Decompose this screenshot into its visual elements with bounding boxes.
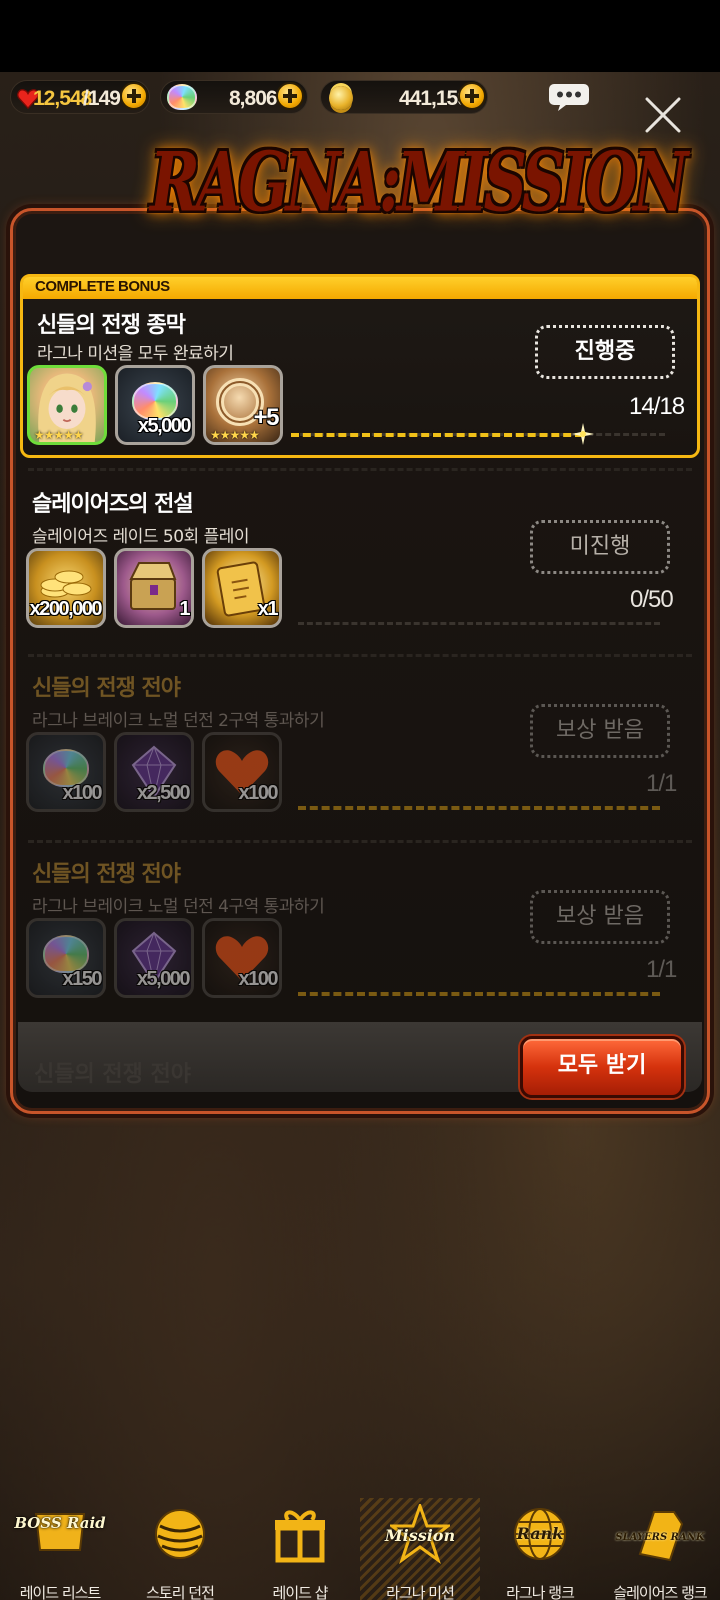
mission-title: 신들의 전쟁 전야 bbox=[32, 676, 181, 701]
nav-ragna-mission[interactable]: Mission 라그나 미션 bbox=[360, 1498, 480, 1600]
reward-quantity: x100 bbox=[62, 782, 103, 804]
mission-row: 슬레이어즈의 전설 슬레이어즈 레이드 50회 플레이 x200,000 1 x… bbox=[18, 476, 702, 656]
divider bbox=[28, 468, 692, 471]
reward-item[interactable]: ★★★★★ bbox=[27, 365, 107, 445]
mission-description: 라그나 브레이크 노멀 던전 4구역 통과하기 bbox=[32, 897, 325, 917]
rarity-stars: ★★★★★ bbox=[210, 428, 260, 442]
reward-item: x150 bbox=[26, 918, 106, 998]
nav-label: 레이드 샵 bbox=[272, 1584, 329, 1600]
add-stamina-button[interactable] bbox=[120, 82, 148, 110]
divider bbox=[28, 654, 692, 657]
mission-title-partial: 신들의 전쟁 전야 bbox=[34, 1062, 191, 1087]
progress-fill bbox=[298, 992, 660, 996]
reward-quantity: 1 bbox=[179, 598, 190, 620]
claim-all-button[interactable]: 모두 받기 bbox=[520, 1036, 684, 1098]
mission-state-button: 보상 받음 bbox=[530, 704, 670, 758]
bottom-nav: BOSS Raid 레이드 리스트 스토리 던전 레이드 샵 Mission 라… bbox=[0, 1498, 720, 1600]
mission-row: 신들의 전쟁 전야 라그나 브레이크 노멀 던전 2구역 통과하기 x100 x… bbox=[18, 662, 702, 842]
nav-label: 슬레이어즈 랭크 bbox=[613, 1584, 707, 1600]
mission-state-button[interactable]: 진행중 bbox=[535, 325, 675, 379]
mission-title: 슬레이어즈의 전설 bbox=[32, 492, 194, 517]
close-icon[interactable] bbox=[644, 96, 682, 134]
complete-bonus-card: COMPLETE BONUS 신들의 전쟁 종막 라그나 미션을 모두 완료하기… bbox=[20, 274, 700, 458]
progress-text: 14/18 bbox=[629, 393, 685, 420]
reward-item: x5,000 bbox=[114, 918, 194, 998]
mission-title: 신들의 전쟁 종막 bbox=[37, 313, 186, 338]
progress-spark-icon bbox=[572, 423, 594, 445]
mission-title: 신들의 전쟁 전야 bbox=[32, 862, 181, 887]
gift-icon bbox=[275, 1510, 325, 1563]
mission-list[interactable]: COMPLETE BONUS 신들의 전쟁 종막 라그나 미션을 모두 완료하기… bbox=[18, 272, 702, 1022]
mission-description: 라그나 브레이크 노멀 던전 2구역 통과하기 bbox=[32, 711, 325, 731]
progress-text: 0/50 bbox=[630, 586, 674, 613]
rarity-stars: ★★★★★ bbox=[34, 428, 84, 442]
progress-track bbox=[298, 622, 660, 626]
complete-bonus-label: COMPLETE BONUS bbox=[35, 278, 170, 295]
nav-slayers-rank[interactable]: SLAYERS RANK 슬레이어즈 랭크 bbox=[600, 1498, 720, 1600]
reward-quantity: x100 bbox=[238, 782, 279, 804]
mission-description: 라그나 미션을 모두 완료하기 bbox=[37, 344, 234, 364]
slayers-rank-logo: SLAYERS RANK bbox=[615, 1532, 705, 1543]
nav-raid-shop[interactable]: 레이드 샵 bbox=[240, 1498, 360, 1600]
progress-fill bbox=[291, 433, 583, 437]
mission-state-button: 보상 받음 bbox=[530, 890, 670, 944]
reward-item: x2,500 bbox=[114, 732, 194, 812]
reward-quantity: x5,000 bbox=[137, 415, 192, 437]
progress-fill bbox=[298, 806, 660, 810]
reward-quantity: x200,000 bbox=[29, 598, 103, 620]
page-title: RAGNA:MISSION bbox=[150, 136, 688, 231]
reward-item[interactable]: x1 bbox=[202, 548, 282, 628]
nav-story-dungeon[interactable]: 스토리 던전 bbox=[120, 1498, 240, 1600]
boss-raid-icon bbox=[34, 1513, 86, 1551]
nav-label: 라그나 랭크 bbox=[506, 1584, 575, 1600]
reward-quantity: x1 bbox=[257, 598, 279, 620]
reward-item: x100 bbox=[202, 918, 282, 998]
story-orb-icon bbox=[155, 1509, 205, 1559]
reward-quantity: x100 bbox=[238, 968, 279, 990]
reward-item[interactable]: +5 ★★★★★ bbox=[203, 365, 283, 445]
nav-ragna-rank[interactable]: Rank 라그나 랭크 bbox=[480, 1498, 600, 1600]
stamina-max: /149 bbox=[83, 87, 121, 110]
reward-quantity: x150 bbox=[62, 968, 103, 990]
nav-label: 라그나 미션 bbox=[386, 1584, 455, 1600]
status-bar bbox=[0, 0, 720, 72]
mission-state-button[interactable]: 미진행 bbox=[530, 520, 670, 574]
reward-item: x100 bbox=[202, 732, 282, 812]
rank-logo: Rank bbox=[516, 1524, 564, 1543]
reward-item[interactable]: x5,000 bbox=[115, 365, 195, 445]
boss-raid-logo: BOSS Raid bbox=[14, 1514, 106, 1532]
reward-quantity: x2,500 bbox=[136, 782, 191, 804]
nav-label: 스토리 던전 bbox=[146, 1584, 215, 1600]
reward-item[interactable]: x200,000 bbox=[26, 548, 106, 628]
mission-logo: Mission bbox=[384, 1526, 456, 1545]
reward-quantity: x5,000 bbox=[136, 968, 191, 990]
reward-item[interactable]: 1 bbox=[114, 548, 194, 628]
complete-bonus-header: COMPLETE BONUS bbox=[23, 277, 697, 299]
mission-row: 신들의 전쟁 전야 라그나 브레이크 노멀 던전 4구역 통과하기 x150 x… bbox=[18, 848, 702, 1022]
progress-text: 1/1 bbox=[646, 956, 677, 983]
divider bbox=[28, 840, 692, 843]
reward-item: x100 bbox=[26, 732, 106, 812]
nav-label: 레이드 리스트 bbox=[19, 1584, 102, 1600]
mission-description: 슬레이어즈 레이드 50회 플레이 bbox=[32, 527, 250, 547]
nav-raid-list[interactable]: BOSS Raid 레이드 리스트 bbox=[0, 1498, 120, 1600]
progress-text: 1/1 bbox=[646, 770, 677, 797]
